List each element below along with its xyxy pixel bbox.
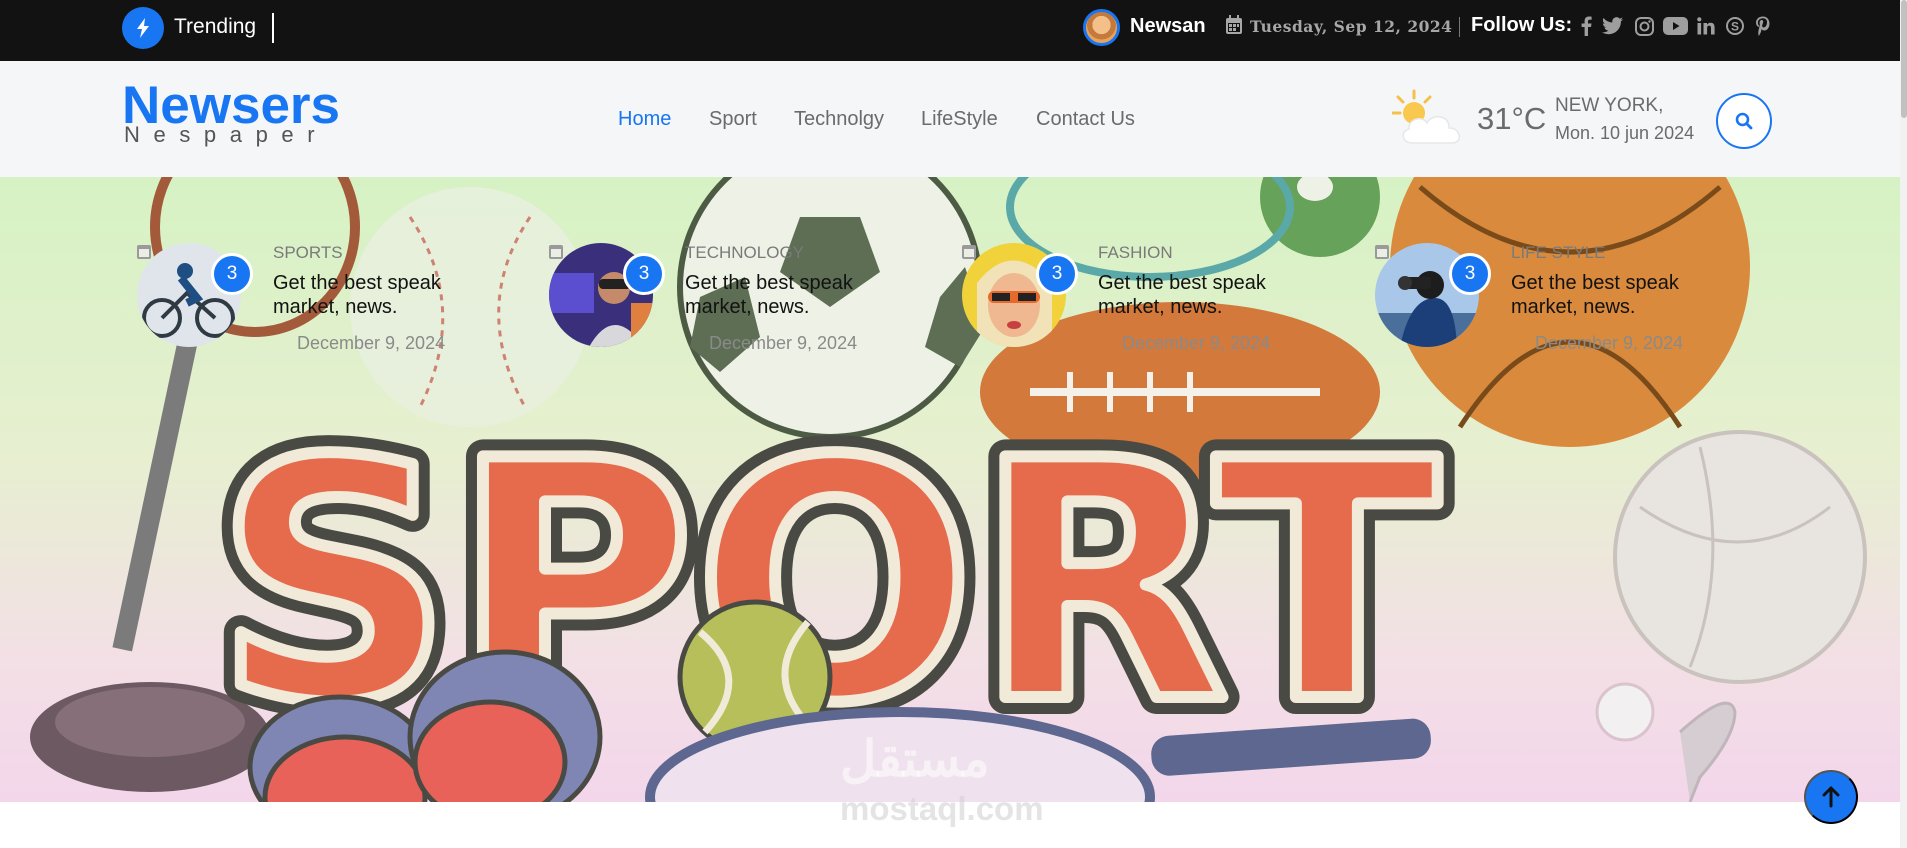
nav-lifestyle[interactable]: LifeStyle [921, 108, 998, 131]
calendar-icon [549, 245, 563, 259]
back-to-top-button[interactable] [1804, 770, 1858, 824]
nav-home[interactable]: Home [618, 108, 671, 131]
user-name[interactable]: Newsan [1130, 15, 1206, 38]
news-badge: 3 [623, 253, 665, 295]
follow-label: Follow Us: [1471, 14, 1573, 36]
calendar-icon [962, 245, 976, 259]
news-title[interactable]: Get the best speak market, news. [1098, 271, 1308, 319]
watermark-site: mostaql.com [840, 790, 1044, 827]
news-category[interactable]: SPORTS [273, 243, 343, 263]
news-item-sports[interactable]: 3 SPORTS Get the best speak market, news… [137, 243, 517, 363]
skype-icon[interactable]: S [1726, 15, 1744, 37]
calendar-icon [1375, 245, 1389, 259]
watermark-arabic: مستقل [840, 731, 990, 787]
current-date: Tuesday, Sep 12, 2024 [1250, 17, 1453, 36]
search-button[interactable] [1716, 93, 1772, 149]
page-scrollbar[interactable] [1900, 0, 1907, 848]
news-item-fashion[interactable]: 3 FASHION Get the best speak market, new… [962, 243, 1342, 363]
instagram-icon[interactable] [1634, 15, 1654, 37]
news-date: December 9, 2024 [1122, 333, 1271, 353]
trending-divider [272, 13, 274, 43]
weather-temperature: 31°C [1477, 101, 1547, 136]
nav-technology[interactable]: Technolgy [794, 108, 884, 131]
twitter-icon[interactable] [1601, 15, 1625, 37]
top-bar: Trending Newsan Tuesday, Sep 12, 2024 Fo… [0, 0, 1907, 61]
news-badge: 3 [1449, 253, 1491, 295]
trending-label: Trending [174, 15, 257, 38]
date-divider [1459, 17, 1460, 37]
scrollbar-thumb[interactable] [1901, 0, 1907, 118]
calendar-icon [1226, 15, 1242, 34]
arrow-up-icon [1822, 786, 1840, 808]
pinterest-icon[interactable] [1753, 15, 1771, 37]
user-avatar[interactable] [1083, 9, 1120, 46]
weather-city: NEW YORK, [1555, 95, 1664, 116]
search-icon [1735, 112, 1753, 130]
news-date: December 9, 2024 [709, 333, 858, 353]
news-date: December 9, 2024 [297, 333, 446, 353]
facebook-icon[interactable] [1578, 15, 1594, 37]
news-date: December 9, 2024 [1535, 333, 1684, 353]
news-item-lifestyle[interactable]: 3 LIFE STYLE Get the best speak market, … [1375, 243, 1755, 363]
news-badge: 3 [1036, 253, 1078, 295]
news-title[interactable]: Get the best speak market, news. [685, 271, 895, 319]
news-title[interactable]: Get the best speak market, news. [1511, 271, 1721, 319]
weather-date: Mon. 10 jun 2024 [1555, 123, 1695, 143]
news-category[interactable]: LIFE STYLE [1511, 243, 1605, 263]
svg-text:S: S [1731, 20, 1739, 34]
nav-contact[interactable]: Contact Us [1036, 108, 1135, 131]
calendar-icon [137, 245, 151, 259]
news-category[interactable]: FASHION [1098, 243, 1173, 263]
partly-cloudy-icon [1392, 89, 1460, 144]
lightning-icon [122, 7, 164, 49]
news-title[interactable]: Get the best speak market, news. [273, 271, 483, 319]
site-header: Newsers Nespaper Home Sport Technolgy Li… [0, 61, 1907, 177]
news-item-technology[interactable]: 3 TECHNOLOGY Get the best speak market, … [549, 243, 929, 363]
youtube-icon[interactable] [1662, 15, 1688, 37]
hero-banner: SPORT SPORT 3 SPORTS Get the best speak … [0, 177, 1900, 802]
linkedin-icon[interactable] [1696, 15, 1716, 37]
news-badge: 3 [211, 253, 253, 295]
nav-sport[interactable]: Sport [709, 108, 757, 131]
logo-subtitle: Nespaper [124, 122, 329, 147]
news-category[interactable]: TECHNOLOGY [685, 243, 804, 263]
